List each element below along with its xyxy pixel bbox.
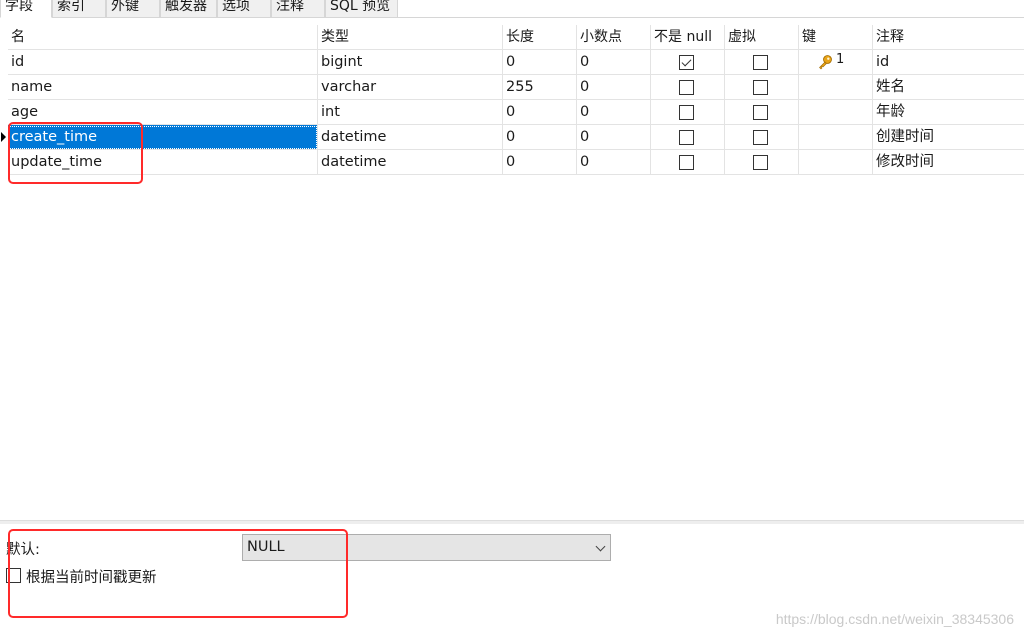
table-row[interactable]: id bigint 0 0 1 id (0, 50, 1024, 75)
not-null-checkbox[interactable] (679, 130, 694, 145)
field-decimals-cell[interactable]: 0 (577, 75, 651, 100)
field-length-cell[interactable]: 0 (503, 100, 577, 125)
field-length-cell[interactable]: 0 (503, 50, 577, 75)
field-not-null-cell (651, 125, 725, 150)
virtual-checkbox[interactable] (753, 55, 768, 70)
virtual-checkbox[interactable] (753, 105, 768, 120)
not-null-checkbox[interactable] (679, 105, 694, 120)
on-update-timestamp-label[interactable]: 根据当前时间戳更新 (26, 566, 157, 587)
field-decimals-cell[interactable]: 0 (577, 50, 651, 75)
field-virtual-cell (725, 150, 799, 175)
virtual-checkbox[interactable] (753, 80, 768, 95)
field-key-cell[interactable] (799, 125, 873, 150)
tab-foreign-keys[interactable]: 外键 (106, 0, 160, 18)
field-virtual-cell (725, 50, 799, 75)
field-not-null-cell (651, 150, 725, 175)
not-null-checkbox[interactable] (679, 155, 694, 170)
field-name-cell[interactable]: create_time (8, 125, 318, 150)
table-row[interactable]: update_time datetime 0 0 修改时间 (0, 150, 1024, 175)
default-value-text: NULL (247, 539, 285, 555)
field-length-cell[interactable]: 255 (503, 75, 577, 100)
tab-strip: 字段 索引 外键 触发器 选项 注释 SQL 预览 (0, 0, 1024, 18)
field-name-cell[interactable]: id (8, 50, 318, 75)
field-decimals-cell[interactable]: 0 (577, 125, 651, 150)
tab-sql-preview[interactable]: SQL 预览 (325, 0, 398, 18)
virtual-checkbox[interactable] (753, 155, 768, 170)
column-header-not-null[interactable]: 不是 null (651, 25, 725, 50)
field-comment-cell[interactable]: id (873, 50, 1024, 75)
field-not-null-cell (651, 50, 725, 75)
key-order-number: 1 (836, 52, 845, 67)
field-not-null-cell (651, 75, 725, 100)
field-key-cell[interactable] (799, 100, 873, 125)
field-not-null-cell (651, 100, 725, 125)
tab-options[interactable]: 选项 (217, 0, 271, 18)
field-length-cell[interactable]: 0 (503, 125, 577, 150)
not-null-checkbox[interactable] (679, 80, 694, 95)
column-header-name[interactable]: 名 (8, 25, 318, 50)
key-icon (819, 55, 832, 70)
column-header-decimals[interactable]: 小数点 (577, 25, 651, 50)
not-null-checkbox[interactable] (679, 55, 694, 70)
field-virtual-cell (725, 100, 799, 125)
field-comment-cell[interactable]: 创建时间 (873, 125, 1024, 150)
panel-splitter[interactable] (0, 520, 1024, 524)
tab-indexes[interactable]: 索引 (52, 0, 106, 18)
field-key-cell[interactable] (799, 75, 873, 100)
tab-fields[interactable]: 字段 (0, 0, 52, 18)
field-decimals-cell[interactable]: 0 (577, 100, 651, 125)
field-type-cell[interactable]: datetime (318, 125, 503, 150)
column-header-key[interactable]: 键 (799, 25, 873, 50)
table-row-selected[interactable]: create_time datetime 0 0 创建时间 (0, 125, 1024, 150)
field-comment-cell[interactable]: 年龄 (873, 100, 1024, 125)
field-virtual-cell (725, 125, 799, 150)
field-comment-cell[interactable]: 修改时间 (873, 150, 1024, 175)
column-header-comment[interactable]: 注释 (873, 25, 1024, 50)
field-type-cell[interactable]: datetime (318, 150, 503, 175)
field-type-cell[interactable]: bigint (318, 50, 503, 75)
grid-header: 名 类型 长度 小数点 不是 null 虚拟 键 注释 (0, 25, 1024, 50)
field-virtual-cell (725, 75, 799, 100)
watermark: https://blog.csdn.net/weixin_38345306 (775, 611, 1014, 627)
virtual-checkbox[interactable] (753, 130, 768, 145)
field-length-cell[interactable]: 0 (503, 150, 577, 175)
field-comment-cell[interactable]: 姓名 (873, 75, 1024, 100)
field-key-cell[interactable] (799, 150, 873, 175)
chevron-down-icon (595, 541, 606, 552)
field-name-cell[interactable]: update_time (8, 150, 318, 175)
default-label: 默认: (6, 542, 40, 558)
on-update-timestamp-checkbox[interactable] (6, 568, 21, 583)
row-pointer-icon (1, 132, 6, 142)
column-header-virtual[interactable]: 虚拟 (725, 25, 799, 50)
table-row[interactable]: name varchar 255 0 姓名 (0, 75, 1024, 100)
field-type-cell[interactable]: int (318, 100, 503, 125)
column-header-type[interactable]: 类型 (318, 25, 503, 50)
field-name-cell[interactable]: name (8, 75, 318, 100)
default-value-select[interactable]: NULL (242, 534, 611, 561)
field-name-cell[interactable]: age (8, 100, 318, 125)
field-decimals-cell[interactable]: 0 (577, 150, 651, 175)
tab-comment[interactable]: 注释 (271, 0, 325, 18)
column-header-length[interactable]: 长度 (503, 25, 577, 50)
field-key-cell[interactable]: 1 (799, 50, 873, 75)
table-row[interactable]: age int 0 0 年龄 (0, 100, 1024, 125)
field-type-cell[interactable]: varchar (318, 75, 503, 100)
tab-triggers[interactable]: 触发器 (160, 0, 217, 18)
